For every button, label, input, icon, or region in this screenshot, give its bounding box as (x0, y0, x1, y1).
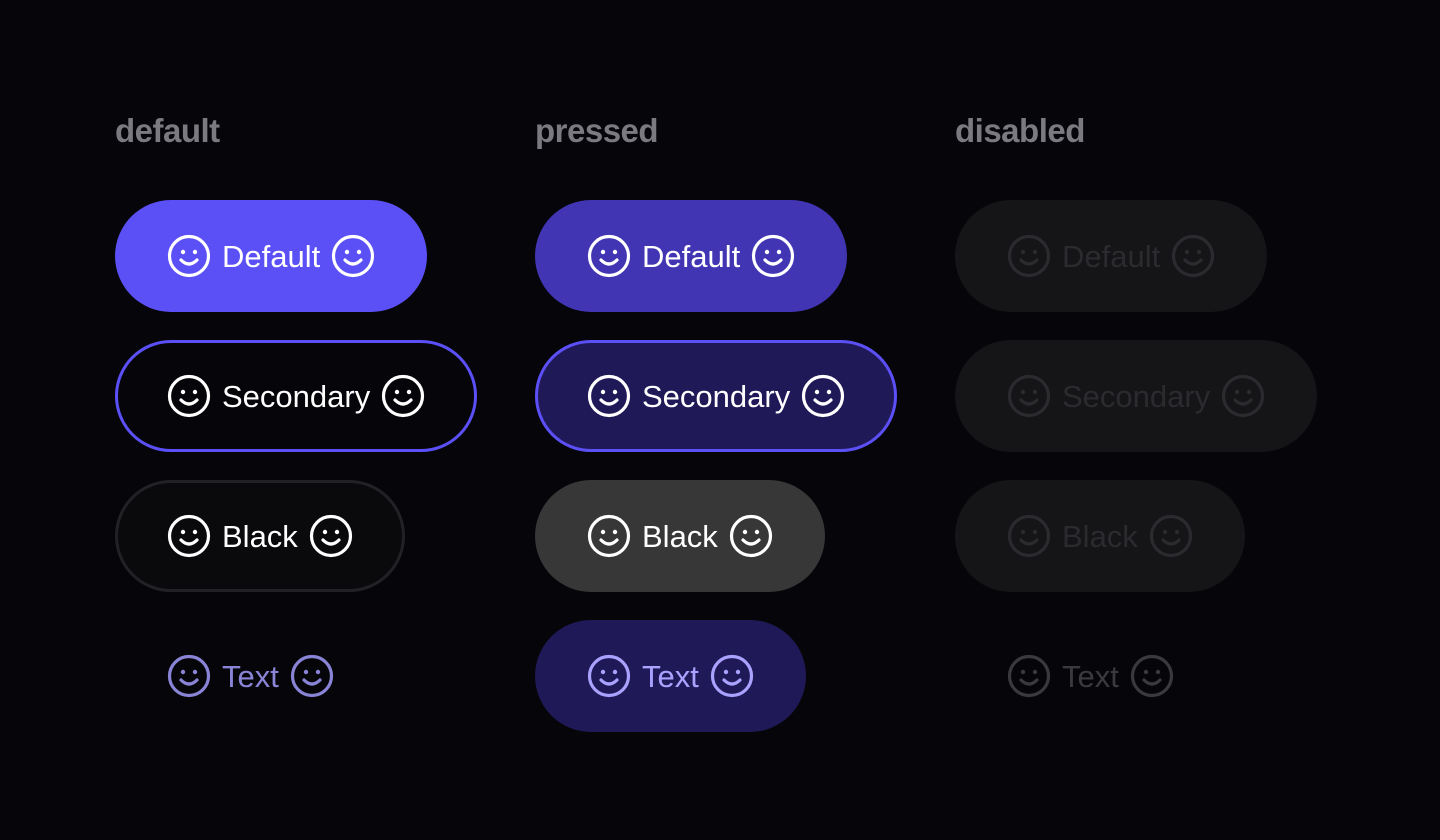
black-button-default[interactable]: Black (115, 480, 405, 592)
primary-button-pressed[interactable]: Default (535, 200, 848, 312)
smile-icon (1006, 653, 1052, 699)
smile-icon (1170, 233, 1216, 279)
black-button-label: Black (1062, 518, 1138, 554)
black-button-disabled: Black (955, 480, 1245, 592)
text-button-label: Text (642, 658, 699, 694)
text-button-pressed[interactable]: Text (535, 620, 806, 732)
primary-button-default[interactable]: Default (115, 200, 428, 312)
text-button-disabled: Text (955, 620, 1226, 732)
smile-icon (1006, 233, 1052, 279)
smile-icon (586, 373, 632, 419)
smile-icon (380, 373, 426, 419)
smile-icon (586, 513, 632, 559)
secondary-button-disabled: Secondary (955, 340, 1318, 452)
smile-icon (1129, 653, 1175, 699)
smile-icon (586, 233, 632, 279)
smile-icon (1006, 373, 1052, 419)
text-button-label: Text (222, 658, 279, 694)
smile-icon (308, 513, 354, 559)
text-button-label: Text (1062, 658, 1119, 694)
smile-icon (1148, 513, 1194, 559)
secondary-button-label: Secondary (222, 378, 371, 414)
secondary-button-pressed[interactable]: Secondary (535, 340, 898, 452)
secondary-button-label: Secondary (1062, 378, 1211, 414)
smile-icon (166, 233, 212, 279)
black-button-label: Black (222, 518, 298, 554)
black-button-label: Black (642, 518, 718, 554)
smile-icon (586, 653, 632, 699)
secondary-button-default[interactable]: Secondary (115, 340, 478, 452)
black-button-pressed[interactable]: Black (535, 480, 825, 592)
text-button-default[interactable]: Text (115, 620, 386, 732)
smile-icon (750, 233, 796, 279)
column-title-default: default (115, 112, 220, 149)
smile-icon (709, 653, 755, 699)
smile-icon (166, 373, 212, 419)
smile-icon (166, 513, 212, 559)
primary-button-label: Default (1062, 238, 1161, 274)
column-title-disabled: disabled (955, 112, 1085, 149)
smile-icon (330, 233, 376, 279)
smile-icon (1220, 373, 1266, 419)
column-title-pressed: pressed (535, 112, 659, 149)
smile-icon (1006, 513, 1052, 559)
primary-button-label: Default (642, 238, 741, 274)
smile-icon (800, 373, 846, 419)
primary-button-disabled: Default (955, 200, 1268, 312)
smile-icon (289, 653, 335, 699)
smile-icon (166, 653, 212, 699)
secondary-button-label: Secondary (642, 378, 791, 414)
smile-icon (728, 513, 774, 559)
primary-button-label: Default (222, 238, 321, 274)
